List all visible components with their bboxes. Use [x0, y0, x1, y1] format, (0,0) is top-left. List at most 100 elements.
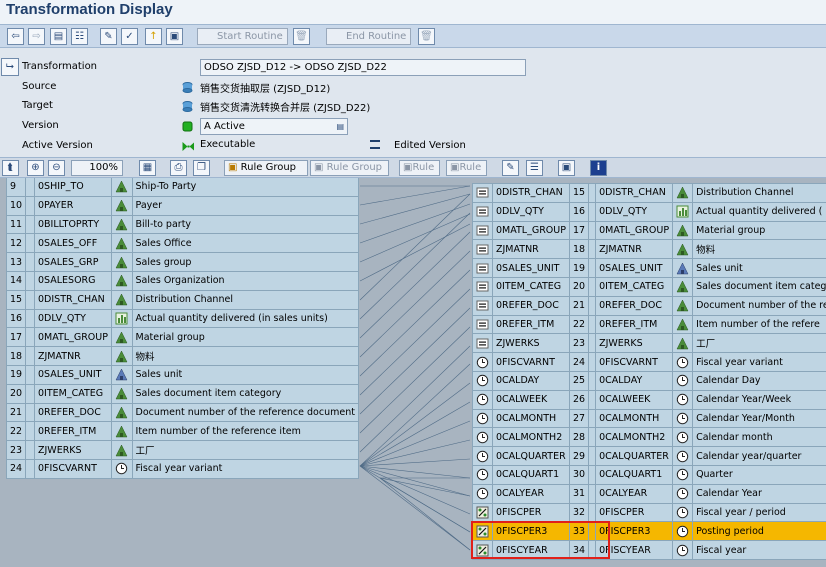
target-row[interactable]: 0DISTR_CHAN 15 0DISTR_CHAN Distribution Cha…	[472, 183, 826, 203]
source-row[interactable]: 11 0BILLTOPRTY Bill-to party	[5, 214, 360, 235]
zoom-in-icon[interactable]: ⊕	[27, 160, 44, 176]
source-row[interactable]: 19 0SALES_UNIT Sales unit	[5, 364, 360, 385]
target-row[interactable]: 0REFER_DOC 21 0REFER_DOC Document number of…	[472, 295, 826, 316]
equals-icon	[472, 314, 493, 335]
field-description: Sales document item categ	[692, 276, 826, 297]
settings-icon[interactable]: ▣	[558, 160, 575, 176]
highlight-box	[471, 521, 610, 559]
source-row[interactable]: 9 0SHIP_TO Ship-To Party	[5, 178, 360, 197]
rule-disabled-button[interactable]: ▣Rule	[399, 160, 440, 176]
field-name: 0CALDAY	[595, 370, 674, 391]
print-icon[interactable]: ⎙	[170, 160, 187, 176]
display-object-icon[interactable]: ▤	[50, 28, 67, 45]
activate-icon[interactable]: ↑	[145, 28, 162, 45]
rule-button[interactable]: ▣Rule	[446, 160, 487, 176]
edit-note-icon[interactable]: ✎	[502, 160, 519, 176]
zoom-out-icon[interactable]: ⊖	[48, 160, 65, 176]
field-name: 0ITEM_CATEG	[33, 383, 113, 404]
field-description: Payer	[131, 195, 360, 216]
source-row[interactable]: 21 0REFER_DOC Document number of the refer…	[5, 402, 360, 423]
characteristic-icon	[111, 252, 133, 272]
source-row[interactable]: 23 ZJWERKS 工厂	[5, 440, 360, 460]
source-row[interactable]: 17 0MATL_GROUP Material group	[5, 327, 360, 348]
field-spacer	[588, 352, 597, 372]
source-row: Source 销售交货抽取层 (ZJSD_D12)	[0, 78, 826, 97]
transformation-icon[interactable]: ⮡	[1, 58, 19, 76]
field-description: Fiscal year variant	[692, 352, 826, 372]
delete-end-routine-icon[interactable]: 🗑	[418, 28, 435, 45]
source-row[interactable]: 13 0SALES_GRP Sales group	[5, 252, 360, 272]
target-row[interactable]: 0REFER_ITM 22 0REFER_ITM Item number of the…	[472, 314, 826, 335]
source-value: 销售交货抽取层 (ZJSD_D12)	[200, 84, 331, 95]
transformation-label: Transformation	[22, 61, 98, 72]
source-row[interactable]: 18 ZJMATNR 物料	[5, 346, 360, 366]
field-number: 25	[568, 370, 590, 391]
fit-screen-icon[interactable]: ▦	[139, 160, 156, 176]
source-row[interactable]: 20 0ITEM_CATEG Sales document item categor…	[5, 383, 360, 404]
target-row[interactable]: 0CALQUART1 30 0CALQUART1 Quarter	[472, 464, 826, 485]
rule-group-disabled-button[interactable]: ▣ Rule Group	[310, 160, 389, 176]
target-row[interactable]: 0DLV_QTY 16 0DLV_QTY Actual quantity delive…	[472, 201, 826, 222]
start-routine-button[interactable]: Start Routine	[197, 28, 288, 45]
version-dropdown[interactable]: A Active ▤	[200, 118, 348, 135]
field-description: Bill-to party	[131, 214, 360, 235]
rule-group-button[interactable]: ▣ Rule Group	[224, 160, 308, 176]
source-table: 9 0SHIP_TO Ship-To Party 10 0PAYER Payer 11 0BI…	[5, 178, 360, 479]
check-icon[interactable]: ✓	[121, 28, 138, 45]
time-icon	[672, 408, 694, 429]
rule-source-field: 0CALMONTH	[492, 408, 570, 429]
target-row[interactable]: 0CALWEEK 26 0CALWEEK Calendar Year/Week	[472, 389, 826, 410]
source-row[interactable]: 24 0FISCVARNT Fiscal year variant	[5, 458, 360, 479]
target-row[interactable]: 0CALYEAR 31 0CALYEAR Calendar Year	[472, 483, 826, 504]
dropdown-icon[interactable]: ▤	[336, 119, 344, 134]
target-row[interactable]: 0FISCVARNT 24 0FISCVARNT Fiscal year varian…	[472, 352, 826, 372]
characteristic-icon	[111, 214, 133, 235]
back-arrow-icon[interactable]: ⇦	[7, 28, 24, 45]
target-row[interactable]: 0ITEM_CATEG 20 0ITEM_CATEG Sales document i…	[472, 276, 826, 297]
target-row[interactable]: 0CALMONTH2 28 0CALMONTH2 Calendar month	[472, 427, 826, 448]
source-row[interactable]: 22 0REFER_ITM Item number of the reference…	[5, 421, 360, 442]
copy-icon[interactable]: ❐	[193, 160, 210, 176]
zoom-field[interactable]: 100%	[71, 160, 123, 176]
target-row[interactable]: 0CALMONTH 27 0CALMONTH Calendar Year/Month	[472, 408, 826, 429]
change-display-icon[interactable]: ✎	[100, 28, 117, 45]
source-row[interactable]: 15 0DISTR_CHAN Distribution Channel	[5, 289, 360, 310]
delete-start-routine-icon[interactable]: 🗑	[293, 28, 310, 45]
target-row: Target 销售交货清洗转换合并层 (ZJSD_D22)	[0, 97, 826, 116]
field-description: Item number of the reference item	[131, 421, 360, 442]
target-row[interactable]: ZJWERKS 23 ZJWERKS 工厂	[472, 333, 826, 354]
field-description: Fiscal year	[692, 540, 826, 560]
end-routine-button[interactable]: End Routine	[326, 28, 411, 45]
rule-source-field: 0FISCPER	[492, 502, 570, 523]
field-description: Material group	[131, 327, 360, 348]
equals-icon	[472, 333, 493, 354]
target-row[interactable]: 0SALES_UNIT 19 0SALES_UNIT Sales unit	[472, 258, 826, 278]
target-row[interactable]: 0FISCPER 32 0FISCPER Fiscal year / period	[472, 502, 826, 523]
source-row[interactable]: 14 0SALESORG Sales Organization	[5, 270, 360, 291]
field-spacer	[25, 383, 35, 404]
field-spacer	[25, 289, 35, 310]
field-number: 22	[5, 421, 27, 442]
forward-arrow-icon[interactable]: ⇨	[28, 28, 45, 45]
source-row[interactable]: 16 0DLV_QTY Actual quantity delivered (in …	[5, 308, 360, 329]
target-row[interactable]: 0CALDAY 25 0CALDAY Calendar Day	[472, 370, 826, 391]
time-rule-icon	[472, 464, 493, 485]
time-icon	[672, 370, 694, 391]
target-row[interactable]: 0MATL_GROUP 17 0MATL_GROUP Material group	[472, 220, 826, 241]
expand-icon[interactable]: ⮬	[2, 160, 19, 176]
equals-icon	[472, 201, 493, 222]
version-label: Version	[22, 120, 59, 131]
target-row[interactable]: ZJMATNR 18 ZJMATNR 物料	[472, 239, 826, 260]
hierarchy-icon[interactable]: ☷	[71, 28, 88, 45]
target-row[interactable]: 0CALQUARTER 29 0CALQUARTER Calendar year/qu…	[472, 446, 826, 466]
rule-group-disabled-label: Rule Group	[326, 162, 383, 173]
edit-list-icon[interactable]: ☰	[526, 160, 543, 176]
info-icon[interactable]: i	[590, 160, 607, 176]
source-row[interactable]: 10 0PAYER Payer	[5, 195, 360, 216]
field-number: 20	[568, 276, 590, 297]
technical-settings-icon[interactable]: ▣	[166, 28, 183, 45]
field-name: 0CALWEEK	[595, 389, 674, 410]
source-row[interactable]: 12 0SALES_OFF Sales Office	[5, 233, 360, 254]
field-description: Calendar Day	[692, 370, 826, 391]
mapping-canvas: 9 0SHIP_TO Ship-To Party 10 0PAYER Payer 11 0BI…	[0, 178, 826, 567]
